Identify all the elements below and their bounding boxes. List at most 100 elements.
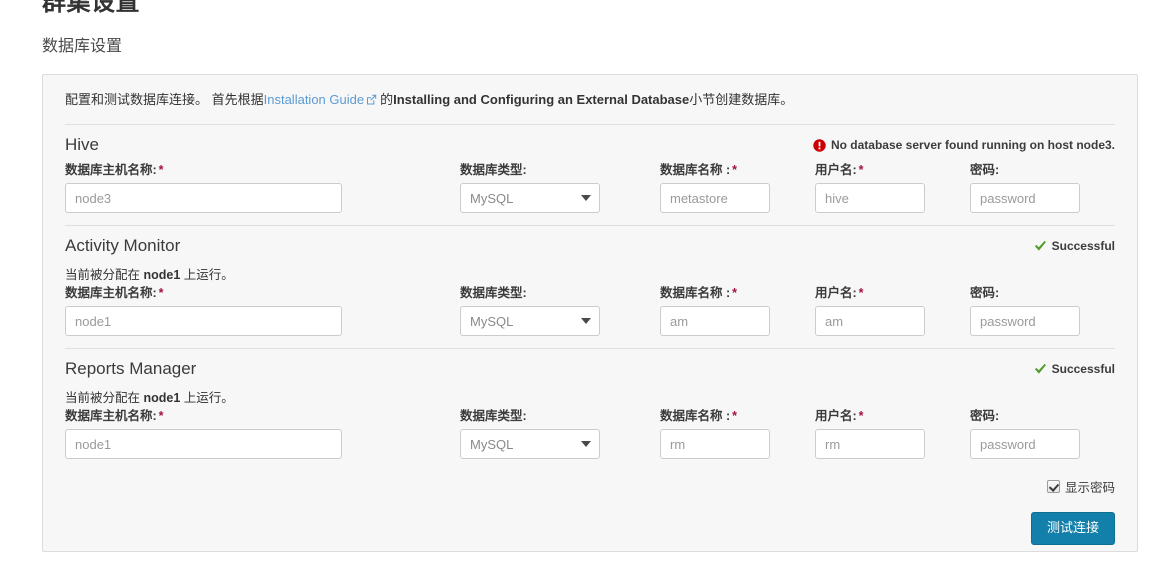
- assigned-note-suffix: 上运行。: [180, 391, 234, 405]
- field-label-host: 数据库主机名称: *: [65, 408, 460, 429]
- field-username: 用户名: *: [815, 285, 970, 336]
- section-title-hive: Hive: [65, 135, 100, 154]
- field-db-name: 数据库名称 : *: [660, 162, 815, 213]
- required-marker: *: [858, 163, 864, 177]
- checkbox-icon[interactable]: [1046, 480, 1060, 493]
- field-host: 数据库主机名称: *: [65, 408, 460, 459]
- label-text: 用户名:: [815, 163, 857, 177]
- label-text: 数据库名称 :: [660, 286, 731, 300]
- field-label-db-type: 数据库类型:: [460, 409, 527, 423]
- error-circle-icon: [813, 138, 826, 152]
- section-header: Activity Monitor Successful: [65, 226, 1115, 263]
- description-middle: 的: [380, 92, 394, 107]
- field-host: 数据库主机名称: *: [65, 285, 460, 336]
- status-badge-hive: No database server found running on host…: [813, 137, 1115, 153]
- status-text-activity-monitor: Successful: [1051, 239, 1115, 253]
- field-username: 用户名: *: [815, 162, 970, 213]
- select-db-type[interactable]: MySQL: [460, 306, 600, 336]
- select-db-type[interactable]: MySQL: [460, 429, 600, 459]
- label-text: 数据库名称 :: [660, 409, 731, 423]
- check-icon: [1034, 240, 1047, 252]
- field-label-password: 密码:: [970, 163, 1000, 177]
- panel-description: 配置和测试数据库连接。 首先根据Installation Guide 的Insta…: [43, 75, 1137, 124]
- status-badge-reports-manager: Successful: [1034, 361, 1115, 377]
- page-subtitle: 数据库设置: [42, 38, 123, 55]
- section-title-reports-manager: Reports Manager: [65, 359, 197, 378]
- field-password: 密码:: [970, 162, 1100, 213]
- assigned-note-activity-monitor: 当前被分配在 node1 上运行。: [65, 263, 1115, 285]
- required-marker: *: [858, 286, 864, 300]
- field-db-type: 数据库类型: MySQL: [460, 408, 660, 459]
- fields-row-activity-monitor: 数据库主机名称:* 数据库类型: MySQL 数据库名称 :* 用户名:*: [65, 285, 1115, 348]
- section-title-activity-monitor: Activity Monitor: [65, 236, 181, 255]
- assigned-note-prefix: 当前被分配在: [65, 268, 144, 282]
- select-db-type[interactable]: MySQL: [460, 183, 600, 213]
- field-label-db-type: 数据库类型:: [460, 286, 527, 300]
- section-header: Hive No database server found running on…: [65, 125, 1115, 162]
- label-text: 数据库主机名称:: [65, 409, 157, 423]
- field-db-name: 数据库名称 : *: [660, 408, 815, 459]
- status-badge-activity-monitor: Successful: [1034, 238, 1115, 254]
- required-marker: *: [158, 286, 164, 300]
- section-activity-monitor: Activity Monitor Successful 当前被分配在 node1…: [43, 226, 1137, 348]
- field-db-type: 数据库类型: MySQL: [460, 285, 660, 336]
- show-password-toggle[interactable]: 显示密码: [1046, 477, 1115, 496]
- label-text: 用户名:: [815, 409, 857, 423]
- input-db-name[interactable]: [660, 429, 770, 459]
- field-label-username: 用户名: *: [815, 162, 970, 183]
- description-suffix: 小节创建数据库。: [689, 92, 794, 107]
- label-text: 数据库名称 :: [660, 163, 731, 177]
- show-password-label: 显示密码: [1064, 481, 1115, 495]
- description-prefix: 配置和测试数据库连接。 首先根据: [65, 92, 264, 107]
- label-text: 数据库主机名称:: [65, 163, 157, 177]
- assigned-note-host: node1: [143, 391, 181, 405]
- input-username[interactable]: [815, 429, 925, 459]
- field-label-password: 密码:: [970, 409, 1000, 423]
- field-label-username: 用户名: *: [815, 408, 970, 429]
- select-db-type-value[interactable]: MySQL: [460, 429, 600, 459]
- assigned-note-reports-manager: 当前被分配在 node1 上运行。: [65, 386, 1115, 408]
- cluster-settings-page: 群集设置 数据库设置 配置和测试数据库连接。 首先根据Installation …: [0, 0, 1160, 566]
- field-label-db-type: 数据库类型:: [460, 163, 527, 177]
- assigned-note-prefix: 当前被分配在: [65, 391, 144, 405]
- input-password[interactable]: [970, 429, 1080, 459]
- section-hive: Hive No database server found running on…: [43, 125, 1137, 225]
- input-password[interactable]: [970, 306, 1080, 336]
- field-label-db-name: 数据库名称 : *: [660, 285, 815, 306]
- required-marker: *: [158, 163, 164, 177]
- status-text-reports-manager: Successful: [1051, 362, 1115, 376]
- input-db-name[interactable]: [660, 306, 770, 336]
- assigned-note-suffix: 上运行。: [180, 268, 234, 282]
- installation-guide-link[interactable]: Installation Guide: [264, 92, 364, 107]
- input-username[interactable]: [815, 183, 925, 213]
- field-username: 用户名: *: [815, 408, 970, 459]
- select-db-type-value[interactable]: MySQL: [460, 183, 600, 213]
- field-db-name: 数据库名称 : *: [660, 285, 815, 336]
- input-password[interactable]: [970, 183, 1080, 213]
- field-label-host: 数据库主机名称: *: [65, 285, 460, 306]
- database-settings-panel: 配置和测试数据库连接。 首先根据Installation Guide 的Insta…: [42, 74, 1138, 552]
- fields-row-reports-manager: 数据库主机名称:* 数据库类型: MySQL 数据库名称 :* 用户名:*: [65, 408, 1115, 471]
- field-label-username: 用户名: *: [815, 285, 970, 306]
- label-text: 数据库主机名称:: [65, 286, 157, 300]
- status-text-hive: No database server found running on host…: [830, 138, 1115, 152]
- check-icon: [1034, 363, 1047, 375]
- select-db-type-value[interactable]: MySQL: [460, 306, 600, 336]
- test-connection-button[interactable]: 测试连接: [1030, 512, 1115, 545]
- required-marker: *: [732, 163, 738, 177]
- input-username[interactable]: [815, 306, 925, 336]
- required-marker: *: [732, 286, 738, 300]
- field-label-db-name: 数据库名称 : *: [660, 408, 815, 429]
- input-db-name[interactable]: [660, 183, 770, 213]
- description-bold-text: Installing and Configuring an External D…: [393, 92, 690, 107]
- assigned-note-host: node1: [143, 268, 181, 282]
- required-marker: *: [158, 409, 164, 423]
- field-host: 数据库主机名称: *: [65, 162, 460, 213]
- input-host[interactable]: [65, 429, 342, 459]
- section-header: Reports Manager Successful: [65, 349, 1115, 386]
- input-host[interactable]: [65, 183, 342, 213]
- field-password: 密码:: [970, 408, 1100, 459]
- field-password: 密码:: [970, 285, 1100, 336]
- input-host[interactable]: [65, 306, 342, 336]
- fields-row-hive: 数据库主机名称:* 数据库类型: MySQL 数据库名称 :* 用户名:*: [65, 162, 1115, 225]
